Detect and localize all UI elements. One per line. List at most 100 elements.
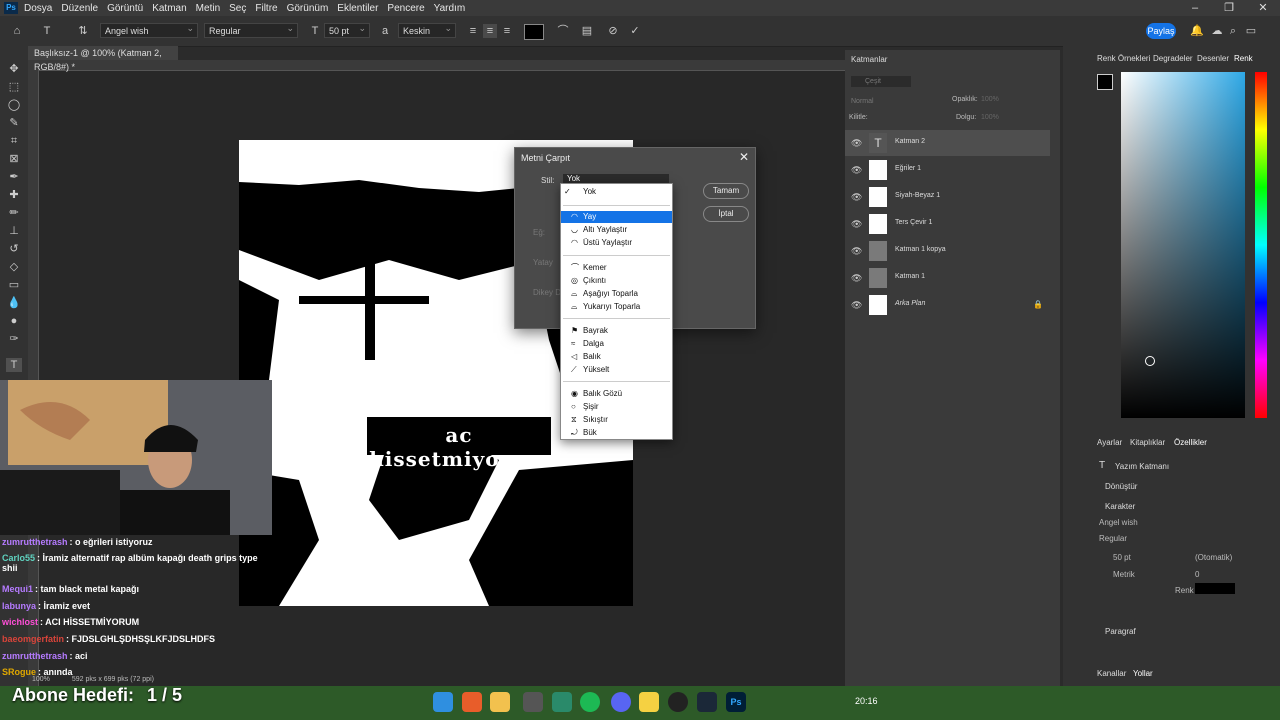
visibility-eye-icon[interactable]: 👁 — [851, 219, 862, 230]
eyedropper-tool-icon[interactable]: ✒ — [6, 170, 22, 184]
home-icon[interactable]: ⌂ — [10, 24, 24, 38]
hue-slider[interactable] — [1255, 72, 1267, 418]
quick-select-tool-icon[interactable]: ✎ — [6, 116, 22, 130]
align-center-icon[interactable]: ≡ — [483, 24, 497, 38]
sticky-notes-icon[interactable] — [639, 692, 659, 712]
option-arc[interactable]: ◠ Yay — [561, 211, 672, 223]
close-icon[interactable]: ✕ — [1246, 0, 1280, 16]
eraser-tool-icon[interactable]: ◇ — [6, 260, 22, 274]
obs-icon[interactable] — [668, 692, 688, 712]
antialias-select[interactable]: Keskin — [398, 21, 456, 38]
option-rise[interactable]: ⟋ Yükselt — [561, 364, 672, 376]
warp-text-icon[interactable]: ⌒ — [556, 24, 570, 38]
blend-mode-select[interactable]: Normal — [851, 96, 941, 107]
layer-filter-input[interactable]: Çeşit — [851, 76, 911, 87]
blur-tool-icon[interactable]: 💧 — [6, 296, 22, 310]
tab-paths[interactable]: Yollar — [1133, 669, 1153, 678]
align-right-icon[interactable]: ≡ — [500, 24, 514, 38]
visibility-eye-icon[interactable]: 👁 — [851, 246, 862, 257]
photoshop-taskbar-icon[interactable]: Ps — [726, 692, 746, 712]
panels-toggle-icon[interactable]: ▤ — [580, 24, 594, 38]
lasso-tool-icon[interactable]: ◯ — [6, 98, 22, 112]
tab-patterns[interactable]: Desenler — [1197, 54, 1229, 63]
cancel-edit-icon[interactable]: ⊘ — [606, 24, 620, 38]
tab-swatches[interactable]: Renk Örnekleri — [1097, 54, 1150, 63]
layer-row[interactable]: 👁 Katman 1 — [845, 265, 1050, 291]
commit-edit-icon[interactable]: ✓ — [628, 24, 642, 38]
option-flag[interactable]: ⚑ Bayrak — [561, 325, 672, 337]
restore-icon[interactable]: ❐ — [1212, 0, 1246, 16]
minimize-icon[interactable]: – — [1178, 0, 1212, 16]
tab-libraries[interactable]: Kitaplıklar — [1130, 438, 1165, 447]
search-icon[interactable]: ⌕ — [1226, 24, 1240, 38]
text-color-swatch[interactable] — [1195, 583, 1235, 594]
visibility-eye-icon[interactable]: 👁 — [851, 165, 862, 176]
menu-image[interactable]: Görüntü — [107, 3, 143, 14]
option-twist[interactable]: ⤾ Bük — [561, 427, 672, 439]
cloud-icon[interactable]: ☁ — [1210, 24, 1224, 38]
cancel-button[interactable]: İptal — [703, 206, 749, 222]
brush-tool-icon[interactable]: ✏ — [6, 206, 22, 220]
crop-tool-icon[interactable]: ⌗ — [6, 134, 22, 148]
layer-row[interactable]: 👁 Katman 1 kopya — [845, 238, 1050, 264]
app-icon[interactable] — [523, 692, 543, 712]
history-brush-icon[interactable]: ↺ — [6, 242, 22, 256]
prop-font-size[interactable]: 50 pt — [1113, 553, 1131, 562]
opacity-input[interactable]: 100% — [981, 96, 999, 103]
discord-icon[interactable] — [611, 692, 631, 712]
option-squeeze[interactable]: ⧖ Sıkıştır — [561, 414, 672, 426]
notifications-icon[interactable]: 🔔 — [1190, 24, 1204, 38]
type-tool-icon-active[interactable]: T — [6, 358, 22, 372]
menu-help[interactable]: Yardım — [434, 3, 466, 14]
move-tool-icon[interactable]: ✥ — [6, 62, 22, 76]
file-explorer-icon[interactable] — [490, 692, 510, 712]
menu-file[interactable]: Dosya — [24, 3, 52, 14]
fill-input[interactable]: 100% — [981, 114, 999, 121]
option-shell-lower[interactable]: ⌓ Aşağıyı Toparla — [561, 288, 672, 300]
pen-tool-icon[interactable]: ✑ — [6, 332, 22, 346]
dodge-tool-icon[interactable]: ● — [6, 314, 22, 328]
share-button[interactable]: Paylaş — [1146, 23, 1176, 39]
transform-section[interactable]: Dönüştür — [1105, 482, 1137, 491]
spotify-icon[interactable] — [580, 692, 600, 712]
layer-row[interactable]: 👁 Eğriler 1 — [845, 157, 1050, 183]
text-orientation-icon[interactable]: ⇅ — [76, 24, 90, 38]
prop-leading[interactable]: (Otomatik) — [1195, 553, 1232, 562]
option-bulge[interactable]: ◎ Çıkıntı — [561, 275, 672, 287]
ok-button[interactable]: Tamam — [703, 183, 749, 199]
layer-row[interactable]: 👁 Siyah-Beyaz 1 — [845, 184, 1050, 210]
option-shell-upper[interactable]: ⌓ Yukarıyı Toparla — [561, 301, 672, 313]
menu-filter[interactable]: Filtre — [255, 3, 277, 14]
healing-tool-icon[interactable]: ✚ — [6, 188, 22, 202]
option-inflate[interactable]: ○ Şişir — [561, 401, 672, 413]
visibility-eye-icon[interactable]: 👁 — [851, 138, 862, 149]
tab-gradients[interactable]: Degradeler — [1153, 54, 1193, 63]
option-arch[interactable]: ⌒ Kemer — [561, 262, 672, 274]
layers-tab[interactable]: Katmanlar — [851, 55, 887, 64]
layer-row[interactable]: 👁 Ters Çevir 1 — [845, 211, 1050, 237]
paragraph-section[interactable]: Paragraf — [1105, 627, 1136, 636]
align-left-icon[interactable]: ≡ — [466, 24, 480, 38]
option-arc-upper[interactable]: ◠ Üstü Yaylaştır — [561, 237, 672, 249]
visibility-eye-icon[interactable]: 👁 — [851, 192, 862, 203]
prop-font-style[interactable]: Regular — [1099, 534, 1127, 543]
foreground-color-swatch[interactable] — [1097, 74, 1113, 90]
color-picker-field[interactable] — [1121, 72, 1245, 418]
font-family-select[interactable]: Angel wish — [100, 21, 198, 38]
font-size-select[interactable]: 50 pt — [324, 21, 370, 38]
option-none[interactable]: ✓ Yok — [561, 186, 672, 198]
workspace-icon[interactable]: ▭ — [1244, 24, 1258, 38]
marquee-tool-icon[interactable]: ⬚ — [6, 80, 22, 94]
option-arc-lower[interactable]: ◡ Altı Yaylaştır — [561, 224, 672, 236]
tab-properties[interactable]: Özellikler — [1174, 438, 1207, 447]
text-color-swatch[interactable] — [524, 24, 544, 40]
menu-view[interactable]: Görünüm — [287, 3, 329, 14]
menu-type[interactable]: Metin — [196, 3, 220, 14]
option-fish[interactable]: ◁ Balık — [561, 351, 672, 363]
document-tab[interactable]: Başlıksız-1 @ 100% (Katman 2, RGB/8#) * — [28, 46, 178, 72]
tab-channels[interactable]: Kanallar — [1097, 669, 1126, 678]
layer-row[interactable]: 👁 Arka Plan 🔒 — [845, 292, 1050, 318]
layer-row[interactable]: 👁 T Katman 2 — [845, 130, 1050, 156]
brave-browser-icon[interactable] — [462, 692, 482, 712]
type-tool-icon[interactable]: T — [40, 24, 54, 38]
